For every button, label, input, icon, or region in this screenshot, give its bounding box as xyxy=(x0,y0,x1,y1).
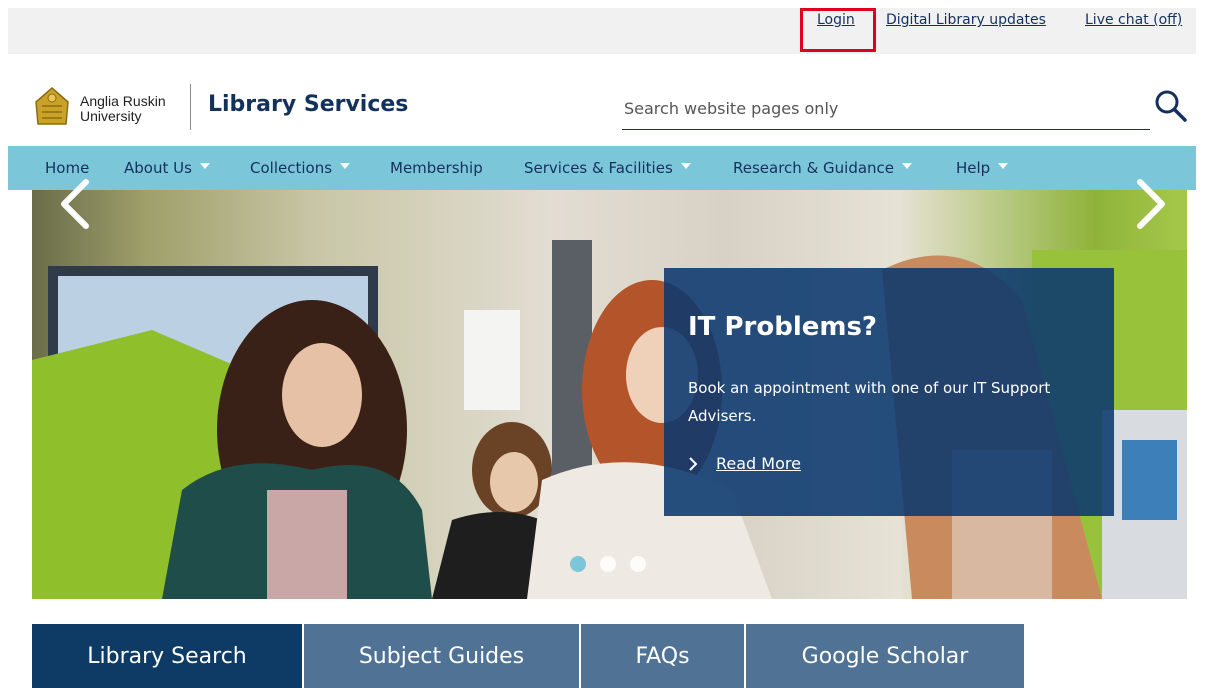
caret-down-icon xyxy=(998,163,1009,169)
logo-divider xyxy=(190,84,191,130)
chevron-left-icon[interactable] xyxy=(56,176,96,232)
nav-item-home[interactable]: Home xyxy=(45,159,89,177)
carousel-dot-2[interactable] xyxy=(600,556,616,572)
login-highlight-box xyxy=(800,8,876,52)
digital-library-updates-link[interactable]: Digital Library updates xyxy=(886,12,1046,28)
caret-down-icon xyxy=(680,163,691,169)
read-more-label: Read More xyxy=(716,454,801,473)
nav-label: Home xyxy=(45,159,90,177)
nav-label: Help xyxy=(956,159,991,177)
promo-title: IT Problems? xyxy=(688,312,878,342)
chevron-right-icon xyxy=(689,456,698,471)
read-more-link[interactable]: Read More xyxy=(688,454,801,473)
tab-label: Library Search xyxy=(87,643,247,669)
tab-library-search[interactable]: Library Search xyxy=(32,624,302,688)
nav-label: Collections xyxy=(250,159,333,177)
nav-label: About Us xyxy=(124,159,192,177)
tab-faqs[interactable]: FAQs xyxy=(581,624,744,688)
nav-item-membership[interactable]: Membership xyxy=(390,159,483,177)
tab-subject-guides[interactable]: Subject Guides xyxy=(304,624,579,688)
university-logo-text[interactable]: Anglia Ruskin University xyxy=(80,94,166,124)
search-input[interactable] xyxy=(622,88,1150,130)
carousel-dot-1[interactable] xyxy=(570,556,586,572)
nav-label: Research & Guidance xyxy=(733,159,895,177)
caret-down-icon xyxy=(902,163,913,169)
chevron-right-icon[interactable] xyxy=(1130,176,1170,232)
carousel-dot-3[interactable] xyxy=(630,556,646,572)
tab-label: FAQs xyxy=(635,643,690,669)
promo-panel: IT Problems? Book an appointment with on… xyxy=(664,268,1114,516)
nav-label: Membership xyxy=(390,159,483,177)
university-crest-icon[interactable] xyxy=(32,84,72,128)
nav-item-help[interactable]: Help xyxy=(956,159,1009,177)
logo-line-2: University xyxy=(80,108,142,124)
live-chat-link[interactable]: Live chat (off) xyxy=(1085,12,1182,28)
search-icon[interactable] xyxy=(1153,88,1189,124)
tab-label: Subject Guides xyxy=(358,643,525,669)
tab-label: Google Scholar xyxy=(801,643,969,669)
nav-item-about-us[interactable]: About Us xyxy=(124,159,210,177)
promo-text: Book an appointment with one of our IT S… xyxy=(688,379,1051,425)
logo-line-1: Anglia Ruskin xyxy=(80,93,166,109)
caret-down-icon xyxy=(340,163,351,169)
nav-item-services-facilities[interactable]: Services & Facilities xyxy=(524,159,691,177)
nav-label: Services & Facilities xyxy=(524,159,673,177)
caret-down-icon xyxy=(199,163,210,169)
main-nav: Home About Us Collections Membership Ser… xyxy=(8,146,1196,190)
nav-item-research-guidance[interactable]: Research & Guidance xyxy=(733,159,913,177)
tab-google-scholar[interactable]: Google Scholar xyxy=(746,624,1024,688)
nav-item-collections[interactable]: Collections xyxy=(250,159,351,177)
site-title[interactable]: Library Services xyxy=(208,92,408,117)
